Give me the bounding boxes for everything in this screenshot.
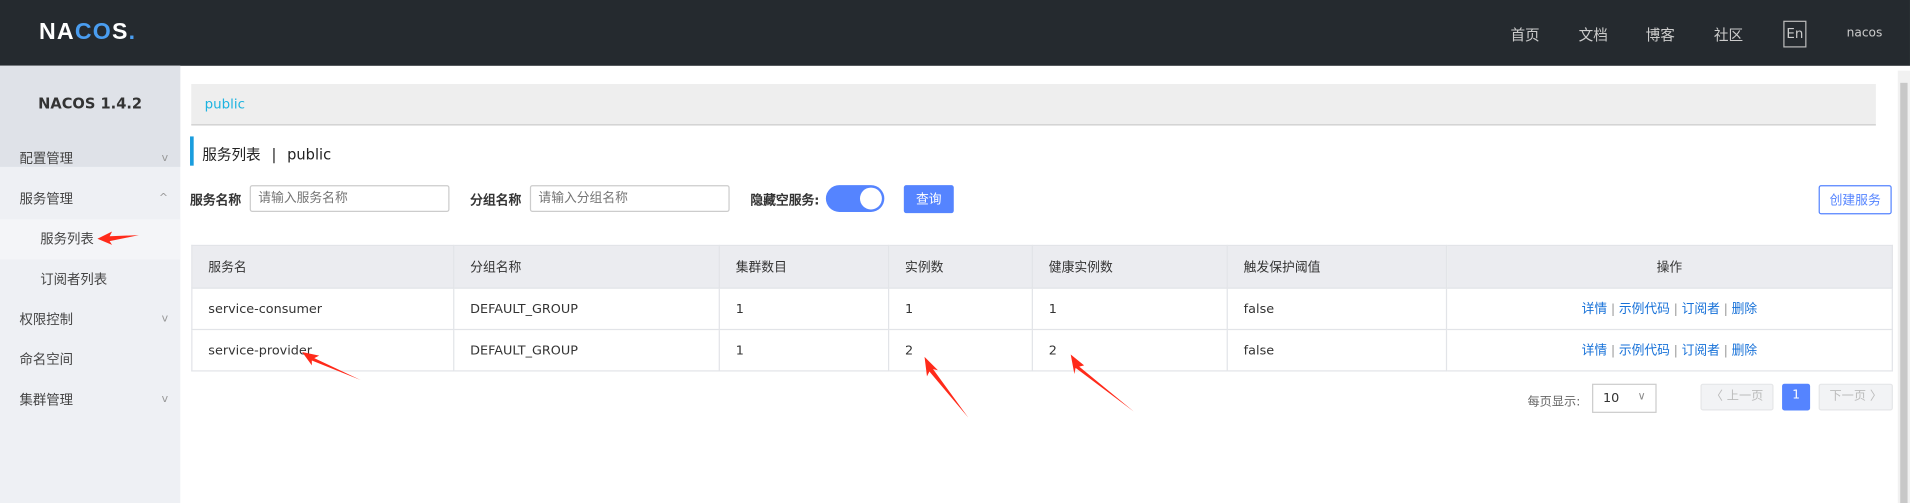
red-arrow-icon bbox=[97, 231, 139, 245]
red-arrow-icon bbox=[924, 356, 969, 418]
red-arrow-icon bbox=[302, 352, 361, 381]
red-arrow-icon bbox=[1070, 354, 1135, 412]
annotation-arrows bbox=[97, 231, 1135, 418]
